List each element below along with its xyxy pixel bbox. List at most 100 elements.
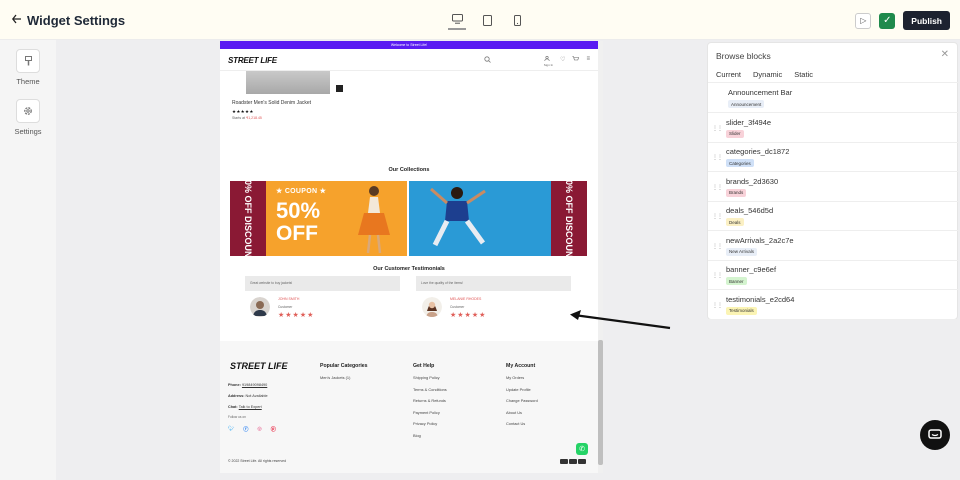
block-type-badge: Banner [726, 277, 747, 285]
block-item[interactable]: ⋮⋮ deals_546d5d Deals [708, 202, 959, 231]
pinterest-icon[interactable]: ⓟ [271, 426, 276, 433]
phone-link[interactable]: 919849098490 [242, 383, 267, 387]
block-item[interactable]: ⋮⋮ newArrivals_2a2c7e New Arrivals [708, 232, 959, 261]
drag-handle-icon[interactable]: ⋮⋮ [712, 125, 723, 132]
testimonial-role: Customer [450, 305, 465, 309]
block-item[interactable]: ⋮⋮ testimonials_e2cd64 Testimonials [708, 291, 959, 320]
store-preview[interactable]: Welcome to Street Life! STREET LIFE Sign… [220, 41, 598, 473]
search-icon[interactable] [484, 56, 491, 65]
block-item[interactable]: Announcement Bar Announcement [708, 84, 959, 113]
menu-icon[interactable]: ≡ [586, 56, 590, 67]
footer-link[interactable]: Contact Us [506, 421, 538, 426]
footer-link[interactable]: My Orders [506, 375, 538, 380]
twitter-icon[interactable]: 🐦︎ [228, 426, 234, 433]
coupon-label: ★ COUPON ★ [276, 188, 327, 195]
desktop-icon[interactable] [448, 10, 466, 30]
footer-column-title: My Account [506, 363, 536, 369]
whatsapp-icon[interactable]: ✆ [576, 443, 588, 455]
avatar [250, 297, 270, 317]
arrow-left-icon[interactable] [11, 12, 22, 27]
close-icon[interactable]: ✕ [941, 49, 949, 60]
discount-ticket: 50% OFF DISCOUNT [230, 181, 266, 256]
footer-link[interactable]: Payment Policy [413, 410, 447, 415]
browse-blocks-panel: Browse blocks ✕ Current Dynamic Static A… [707, 42, 959, 320]
device-switcher [448, 10, 526, 30]
ticket-text: 50% OFF DISCOUNT [243, 181, 254, 256]
testimonial-person: JOHN SMITH Customer ★★★★★ [250, 297, 313, 322]
drag-handle-icon[interactable]: ⋮⋮ [712, 184, 723, 191]
card-icon [578, 459, 586, 464]
block-item[interactable]: ⋮⋮ categories_dc1872 Categories [708, 143, 959, 172]
footer-link[interactable]: Update Profile [506, 387, 538, 392]
block-type-badge: Categories [726, 159, 754, 167]
product-image[interactable] [246, 71, 330, 94]
heart-icon[interactable]: ♡ [560, 56, 565, 67]
site-footer: STREET LIFE Phone: 919849098490 Address:… [220, 341, 598, 473]
footer-link[interactable]: Change Password [506, 398, 538, 403]
footer-link[interactable]: Shipping Policy [413, 375, 447, 380]
product-badge [336, 85, 343, 92]
ticket-text-2: 50% OFF DISCOUNT [564, 181, 575, 256]
model-man-image [430, 187, 486, 247]
publish-button[interactable]: Publish [903, 11, 950, 30]
footer-logo: STREET LIFE [230, 361, 288, 371]
cart-icon[interactable] [572, 56, 580, 67]
footer-link[interactable]: About Us [506, 410, 538, 415]
footer-link[interactable]: Privacy Policy [413, 421, 447, 426]
footer-link[interactable]: Blog [413, 433, 447, 438]
instagram-icon[interactable]: ◎ [257, 426, 261, 433]
block-item[interactable]: ⋮⋮ banner_c9e6ef Banner [708, 261, 959, 290]
product-rating: ★★★★★ [232, 109, 254, 114]
avatar [422, 297, 442, 317]
footer-chat: Chat: Talk to Expert [228, 405, 262, 409]
testimonial-role: Customer [278, 305, 293, 309]
footer-column-categories: Popular Categories Men's Jackets (1) [320, 363, 368, 387]
model-woman-image [358, 186, 390, 254]
product-price: Starts at ₹1,218.45 [232, 116, 262, 120]
facebook-icon[interactable]: ⓕ [243, 426, 248, 433]
testimonial-quote: Love the quality of the items! [416, 276, 571, 291]
banner-off: OFF [276, 222, 318, 245]
block-type-badge: Deals [726, 218, 744, 226]
collection-banner-2[interactable]: 50% OFF DISCOUNT [409, 181, 587, 256]
footer-link[interactable]: Men's Jackets (1) [320, 375, 368, 380]
tablet-icon[interactable] [478, 10, 496, 30]
rail-item-settings[interactable]: Settings [0, 99, 56, 136]
block-item[interactable]: ⋮⋮ brands_2d3630 Brands [708, 173, 959, 202]
drag-handle-icon[interactable]: ⋮⋮ [712, 272, 723, 279]
drag-handle-icon[interactable]: ⋮⋮ [712, 154, 723, 161]
chat-bubble-icon[interactable] [920, 420, 950, 450]
block-name: categories_dc1872 [726, 147, 790, 156]
user-icon[interactable]: Sign In [544, 55, 553, 67]
page-title: Widget Settings [27, 13, 126, 28]
rail-label-settings: Settings [14, 127, 42, 136]
divider [708, 82, 959, 83]
block-item[interactable]: ⋮⋮ slider_3f494e Slider [708, 114, 959, 143]
footer-address: Address: Not Available [228, 394, 268, 398]
rail-item-theme[interactable]: Theme [0, 49, 56, 86]
drag-handle-icon[interactable]: ⋮⋮ [712, 213, 723, 220]
footer-link[interactable]: Returns & Refunds [413, 398, 447, 403]
testimonial-name: MELANIE RHODES [450, 297, 482, 301]
annotation-arrow [570, 310, 671, 330]
testimonial-quote: Great website to buy jackets! [245, 276, 400, 291]
chat-link[interactable]: Talk to Expert [239, 405, 262, 409]
play-preview-button[interactable]: ▷ [855, 12, 872, 29]
price-prefix: Starts at [232, 116, 246, 120]
product-name[interactable]: Roadster Men's Solid Denim Jacket [232, 100, 311, 106]
panel-title: Browse blocks [716, 51, 771, 61]
address-value: Not Available [245, 394, 268, 398]
preview-scroll-thumb[interactable] [598, 340, 603, 465]
save-check-button[interactable]: ✓ [879, 12, 896, 29]
top-bar: Widget Settings ▷ ✓ Publish [0, 0, 960, 40]
drag-handle-icon[interactable]: ⋮⋮ [712, 243, 723, 250]
rail-label-theme: Theme [16, 77, 40, 86]
drag-handle-icon[interactable]: ⋮⋮ [712, 302, 723, 309]
site-header: STREET LIFE Sign In ♡ ≡ [220, 49, 598, 71]
footer-link[interactable]: Terms & Conditions [413, 387, 447, 392]
mobile-icon[interactable] [508, 10, 526, 30]
card-icon [560, 459, 568, 464]
brush-icon [16, 49, 40, 73]
copyright-text: © 2022 Street Life. All rights reserved [228, 459, 287, 463]
collection-banner-1[interactable]: 50% OFF DISCOUNT ★ COUPON ★ 50% OFF [230, 181, 407, 256]
